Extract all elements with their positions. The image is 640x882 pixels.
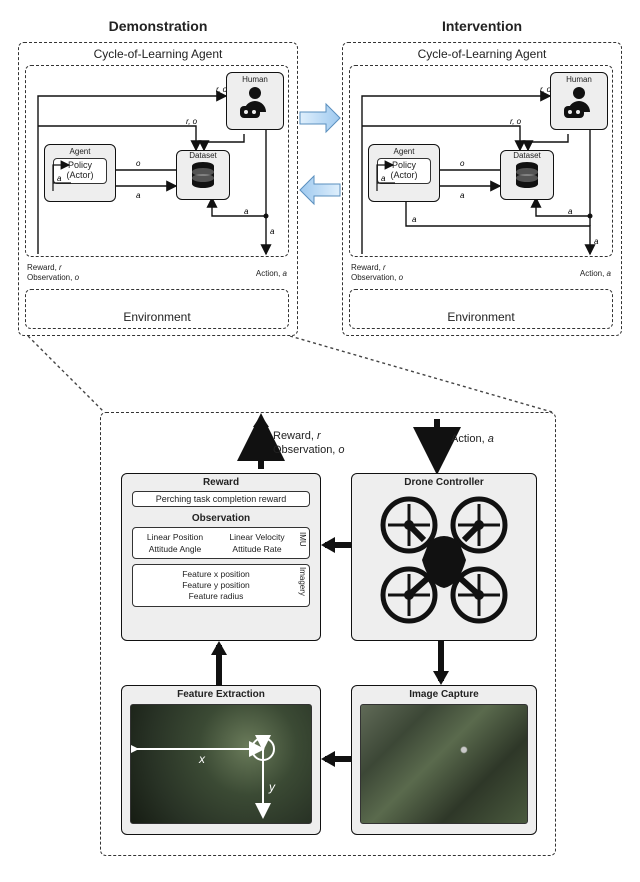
- reward-line: Perching task completion reward: [132, 491, 310, 507]
- svg-text:y: y: [268, 780, 276, 794]
- reward-lab: Reward,: [273, 430, 317, 442]
- svg-text:x: x: [198, 752, 206, 766]
- reward-label-r: Reward,: [351, 263, 383, 272]
- reward-label-left: Reward,: [27, 263, 59, 272]
- demonstration-heading: Demonstration: [18, 18, 298, 34]
- imagery-block: Feature x position Feature y position Fe…: [132, 564, 310, 607]
- reward-obs-panel: Reward Perching task completion reward O…: [121, 473, 321, 641]
- obs-lab: Observation,: [273, 444, 338, 456]
- cap-title: Image Capture: [352, 689, 536, 700]
- image-capture-panel: Image Capture: [351, 685, 537, 835]
- capture-image: [360, 704, 528, 824]
- environment-left: Environment: [25, 289, 289, 329]
- imu-2: Attitude Angle: [137, 544, 213, 554]
- svg-text:r, o: r, o: [510, 117, 522, 126]
- demonstration-outer: Cycle-of-Learning Agent: [18, 42, 298, 336]
- intervention-outer: Cycle-of-Learning Agent r, o r, o: [342, 42, 622, 336]
- img-0: Feature x position: [137, 569, 295, 580]
- drone-icon: [374, 490, 514, 630]
- agent-box-right: r, o r, o o a a a a Human Dataset: [349, 65, 613, 257]
- img-1: Feature y position: [137, 580, 295, 591]
- drone-controller-panel: Drone Controller: [351, 473, 537, 641]
- agent-inner-left: Agent Policy (Actor) a: [44, 144, 116, 202]
- svg-text:o: o: [136, 159, 141, 168]
- o-sym: o: [75, 273, 79, 282]
- human-label-right: Human: [551, 75, 607, 84]
- human-box-left: Human: [226, 72, 284, 130]
- obs-sym: o: [338, 444, 344, 456]
- feature-image: x y: [130, 704, 312, 824]
- svg-text:a: a: [57, 174, 62, 183]
- architecture-diagram: Demonstration Intervention Cycle-of-Lear…: [18, 18, 622, 338]
- imu-sidelabel: IMU: [298, 532, 307, 547]
- agent-inner-right: Agent Policy (Actor) a: [368, 144, 440, 202]
- act-sym-r: a: [607, 269, 611, 278]
- feature-extraction-panel: Feature Extraction x y: [121, 685, 321, 835]
- dataset-box-left: Dataset: [176, 150, 230, 200]
- environment-detail-panel: Reward, r Observation, o Action, a Rewar…: [100, 412, 556, 856]
- r-sym-r: r: [383, 263, 386, 272]
- intervention-heading: Intervention: [342, 18, 622, 34]
- action-label-left: Action, a: [256, 269, 287, 278]
- feat-title: Feature Extraction: [122, 689, 320, 700]
- imu-block: Linear Position Linear Velocity Attitude…: [132, 527, 310, 559]
- dataset-label-right: Dataset: [501, 151, 553, 160]
- reward-sym: r: [317, 430, 321, 442]
- agent-box-left: r, o r, o o a a a Human Dataset: [25, 65, 289, 257]
- col-title-left: Cycle-of-Learning Agent: [19, 43, 297, 61]
- action-label-right: Action, a: [580, 269, 611, 278]
- obs-label-left: Observation,: [27, 273, 75, 282]
- svg-text:a: a: [460, 191, 465, 200]
- o-sym-r: o: [399, 273, 403, 282]
- imu-3: Attitude Rate: [219, 544, 295, 554]
- reward-obs-right: Reward, r Observation, o: [351, 263, 403, 282]
- drone-title: Drone Controller: [352, 477, 536, 488]
- col-title-right: Cycle-of-Learning Agent: [343, 43, 621, 61]
- svg-text:a: a: [594, 237, 599, 246]
- imu-0: Linear Position: [137, 532, 213, 542]
- interchange-arrows: [298, 98, 342, 218]
- r-sym: r: [59, 263, 62, 272]
- detail-in-label: Action, a: [451, 433, 494, 445]
- action-sym: a: [488, 433, 494, 445]
- detail-out-label: Reward, r Observation, o: [273, 429, 345, 458]
- human-box-right: Human: [550, 72, 608, 130]
- human-label: Human: [227, 75, 283, 84]
- reward-title: Reward: [122, 477, 320, 488]
- imu-1: Linear Velocity: [219, 532, 295, 542]
- zoom-connectors: [18, 336, 622, 416]
- svg-text:a: a: [136, 191, 141, 200]
- env-label-right: Environment: [350, 290, 612, 324]
- obs-title: Observation: [122, 513, 320, 524]
- environment-right: Environment: [349, 289, 613, 329]
- reward-obs-left: Reward, r Observation, o: [27, 263, 79, 282]
- svg-text:a: a: [270, 227, 275, 236]
- act-label: Action,: [256, 269, 283, 278]
- dataset-label-left: Dataset: [177, 151, 229, 160]
- imagery-sidelabel: Imagery: [298, 567, 307, 596]
- svg-text:a: a: [412, 215, 417, 224]
- action-lab: Action,: [451, 433, 488, 445]
- img-2: Feature radius: [137, 591, 295, 602]
- act-sym: a: [283, 269, 287, 278]
- svg-text:a: a: [244, 207, 249, 216]
- svg-text:r, o: r, o: [186, 117, 198, 126]
- svg-text:o: o: [460, 159, 465, 168]
- dataset-box-right: Dataset: [500, 150, 554, 200]
- obs-label-r: Observation,: [351, 273, 399, 282]
- svg-text:a: a: [381, 174, 386, 183]
- act-label-r: Action,: [580, 269, 607, 278]
- env-label-left: Environment: [26, 290, 288, 324]
- svg-text:a: a: [568, 207, 573, 216]
